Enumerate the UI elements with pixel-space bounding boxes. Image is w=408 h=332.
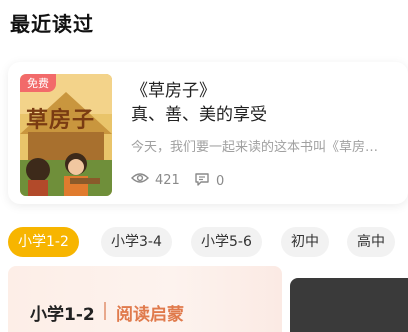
grade-tabs: 小学1-2 小学3-4 小学5-6 初中 高中 <box>8 227 408 257</box>
banner-level: 小学1-2 <box>30 305 95 325</box>
tab-senior-high[interactable]: 高中 <box>347 227 395 257</box>
tab-grade-3-4[interactable]: 小学3-4 <box>101 227 172 257</box>
comments-count: 0 <box>216 173 225 189</box>
level-banner[interactable]: 小学1-2 阅读启蒙 <box>8 266 282 332</box>
views-stat: 421 <box>131 172 180 188</box>
tab-grade-5-6[interactable]: 小学5-6 <box>191 227 262 257</box>
book-title[interactable]: 《草房子》 <box>131 76 216 101</box>
banner-subtitle: 阅读启蒙 <box>116 305 184 325</box>
eye-icon <box>131 172 149 188</box>
tab-junior-high[interactable]: 初中 <box>281 227 329 257</box>
cover-illustration <box>20 74 112 196</box>
book-cover[interactable]: 免费 草房子 <box>20 74 112 196</box>
views-count: 421 <box>155 172 180 188</box>
recent-book-card[interactable]: 免费 草房子 《草房子》 真、善、美的享受 今天，我们要一起来读的这本书叫《草房… <box>8 62 408 204</box>
free-badge: 免费 <box>20 74 56 92</box>
comments-stat[interactable]: 0 <box>194 172 224 190</box>
book-description: 今天，我们要一起来读的这本书叫《草房子》 <box>131 140 381 155</box>
page: 最近读过 免费 草房子 《草房子》 真、善、美的享受 今天，我们要一起来读的这本… <box>0 0 408 332</box>
comment-icon <box>194 172 210 190</box>
tab-grade-1-2[interactable]: 小学1-2 <box>8 227 79 257</box>
book-subtitle: 真、善、美的享受 <box>131 105 267 125</box>
side-banner[interactable] <box>290 278 408 332</box>
banner-divider <box>104 302 106 320</box>
section-title: 最近读过 <box>10 12 94 36</box>
cover-title: 草房子 <box>26 107 96 133</box>
